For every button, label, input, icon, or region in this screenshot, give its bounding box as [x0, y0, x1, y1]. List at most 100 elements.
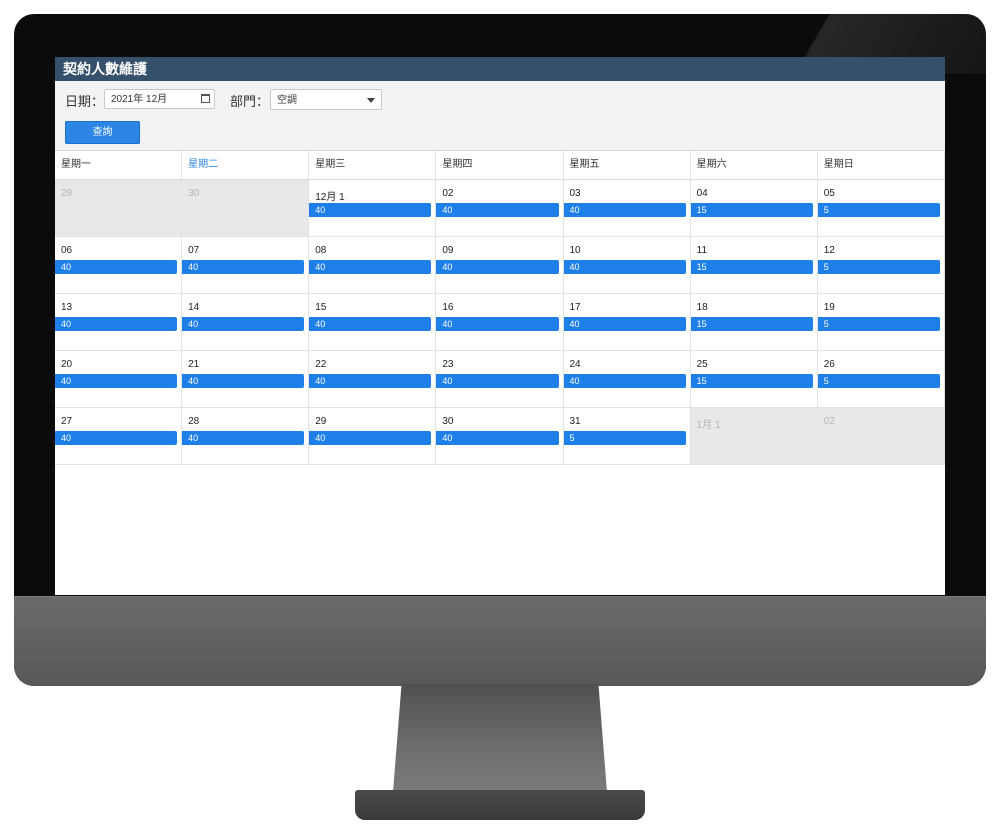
calendar-day-cell[interactable]: 04 15 [690, 180, 818, 236]
calendar-day-cell[interactable]: 24 40 [563, 351, 691, 407]
calendar-day-cell[interactable]: 10 40 [563, 237, 691, 293]
day-number: 30 [442, 416, 454, 427]
calendar-day-cell[interactable]: 21 40 [182, 351, 310, 407]
calendar-day-cell[interactable]: 23 40 [436, 351, 564, 407]
calendar-day-cell[interactable]: 02 40 [436, 180, 564, 236]
contract-count-event[interactable]: 40 [436, 374, 559, 388]
calendar-day-cell[interactable]: 12 5 [817, 237, 945, 293]
contract-count-event[interactable]: 5 [817, 374, 940, 388]
day-number: 11 [696, 245, 708, 256]
calendar-day-cell[interactable]: 07 40 [182, 237, 310, 293]
contract-count-event[interactable]: 15 [690, 317, 813, 331]
contract-count-event[interactable]: 40 [563, 374, 686, 388]
day-number: 13 [61, 302, 73, 313]
calendar-day-cell-other-month[interactable]: 30 [182, 180, 310, 236]
contract-count-event[interactable]: 40 [436, 431, 559, 445]
contract-count-event[interactable]: 40 [55, 317, 178, 331]
day-number: 31 [569, 416, 581, 427]
contract-count-event[interactable]: 15 [690, 374, 813, 388]
date-picker-input[interactable]: 2021年 12月 [104, 89, 215, 109]
dept-label: 部門： [230, 94, 270, 109]
calendar-day-cell[interactable]: 26 5 [817, 351, 945, 407]
day-number: 15 [315, 302, 327, 313]
day-number: 03 [569, 188, 581, 199]
calendar-week-row: 06 40 07 40 08 40 09 40 10 40 11 15 12 5 [55, 237, 945, 294]
calendar-day-cell-other-month[interactable]: 29 [55, 180, 183, 236]
contract-count-event[interactable]: 5 [817, 317, 940, 331]
day-number: 20 [61, 359, 73, 370]
contract-count-event[interactable]: 40 [309, 374, 432, 388]
monitor-chin [14, 596, 986, 686]
contract-count-event[interactable]: 40 [309, 431, 432, 445]
calendar-day-cell[interactable]: 31 5 [563, 408, 691, 464]
dept-value: 空調 [277, 95, 297, 106]
contract-count-event[interactable]: 40 [563, 203, 686, 217]
calendar-day-cell[interactable]: 28 40 [182, 408, 310, 464]
contract-count-event[interactable]: 40 [309, 317, 432, 331]
day-number: 07 [188, 245, 200, 256]
calendar-day-cell[interactable]: 14 40 [182, 294, 310, 350]
calendar-day-cell[interactable]: 06 40 [55, 237, 183, 293]
calendar-day-cell[interactable]: 15 40 [309, 294, 437, 350]
calendar-day-cell[interactable]: 12月 1 40 [309, 180, 437, 236]
day-number: 29 [315, 416, 327, 427]
contract-count-event[interactable]: 40 [182, 260, 305, 274]
calendar-day-cell[interactable]: 20 40 [55, 351, 183, 407]
calendar-icon[interactable] [201, 94, 210, 103]
calendar-day-cell[interactable]: 30 40 [436, 408, 564, 464]
day-number: 02 [442, 188, 454, 199]
calendar-week-row: 29 30 12月 1 40 02 40 03 40 04 15 05 5 [55, 180, 945, 237]
contract-count-event[interactable]: 40 [563, 260, 686, 274]
contract-count-event[interactable]: 40 [436, 260, 559, 274]
contract-count-event[interactable]: 5 [563, 431, 686, 445]
day-number: 25 [696, 359, 708, 370]
calendar-day-cell[interactable]: 16 40 [436, 294, 564, 350]
day-number: 14 [188, 302, 200, 313]
contract-count-event[interactable]: 40 [436, 203, 559, 217]
date-label: 日期： [65, 94, 105, 109]
day-number: 27 [61, 416, 73, 427]
contract-count-event[interactable]: 15 [690, 203, 813, 217]
contract-count-event[interactable]: 5 [817, 203, 940, 217]
contract-count-event[interactable]: 40 [182, 374, 305, 388]
query-button[interactable]: 查詢 [65, 121, 140, 144]
contract-count-event[interactable]: 40 [563, 317, 686, 331]
contract-count-event[interactable]: 40 [309, 203, 432, 217]
contract-count-event[interactable]: 40 [309, 260, 432, 274]
day-number: 17 [569, 302, 581, 313]
day-number: 23 [442, 359, 454, 370]
contract-count-event[interactable]: 40 [436, 317, 559, 331]
calendar-day-cell[interactable]: 08 40 [309, 237, 437, 293]
contract-count-event[interactable]: 5 [817, 260, 940, 274]
calendar-day-cell[interactable]: 03 40 [563, 180, 691, 236]
calendar-day-cell[interactable]: 29 40 [309, 408, 437, 464]
calendar-day-cell[interactable]: 11 15 [690, 237, 818, 293]
monitor-stand-neck [393, 684, 607, 792]
contract-count-event[interactable]: 40 [182, 317, 305, 331]
calendar-day-cell[interactable]: 25 15 [690, 351, 818, 407]
calendar-weeks: 29 30 12月 1 40 02 40 03 40 04 15 05 5 06 40 07 40 08 40 09… [55, 180, 945, 465]
calendar-day-cell[interactable]: 05 5 [817, 180, 945, 236]
chevron-down-icon [367, 98, 375, 103]
weekday-header: 星期三 [309, 151, 437, 179]
calendar-day-cell[interactable]: 17 40 [563, 294, 691, 350]
calendar-day-cell[interactable]: 13 40 [55, 294, 183, 350]
contract-count-event[interactable]: 40 [55, 260, 178, 274]
calendar-day-cell[interactable]: 19 5 [817, 294, 945, 350]
contract-count-event[interactable]: 40 [182, 431, 305, 445]
calendar-day-cell-other-month[interactable]: 02 [817, 408, 945, 464]
calendar-day-cell-other-month[interactable]: 1月 1 [690, 408, 818, 464]
monitor-stand-base [355, 790, 645, 820]
calendar-day-cell[interactable]: 09 40 [436, 237, 564, 293]
page-title: 契約人數維護 [55, 57, 945, 81]
day-number: 05 [823, 188, 835, 199]
contract-count-event[interactable]: 40 [55, 374, 178, 388]
day-number: 12月 1 [315, 192, 345, 203]
dept-select[interactable]: 空調 [270, 89, 382, 110]
calendar-day-cell[interactable]: 18 15 [690, 294, 818, 350]
contract-count-event[interactable]: 40 [55, 431, 178, 445]
filter-toolbar: 日期： 2021年 12月 部門： 空調 查詢 [55, 81, 945, 150]
calendar-day-cell[interactable]: 27 40 [55, 408, 183, 464]
contract-count-event[interactable]: 15 [690, 260, 813, 274]
calendar-day-cell[interactable]: 22 40 [309, 351, 437, 407]
